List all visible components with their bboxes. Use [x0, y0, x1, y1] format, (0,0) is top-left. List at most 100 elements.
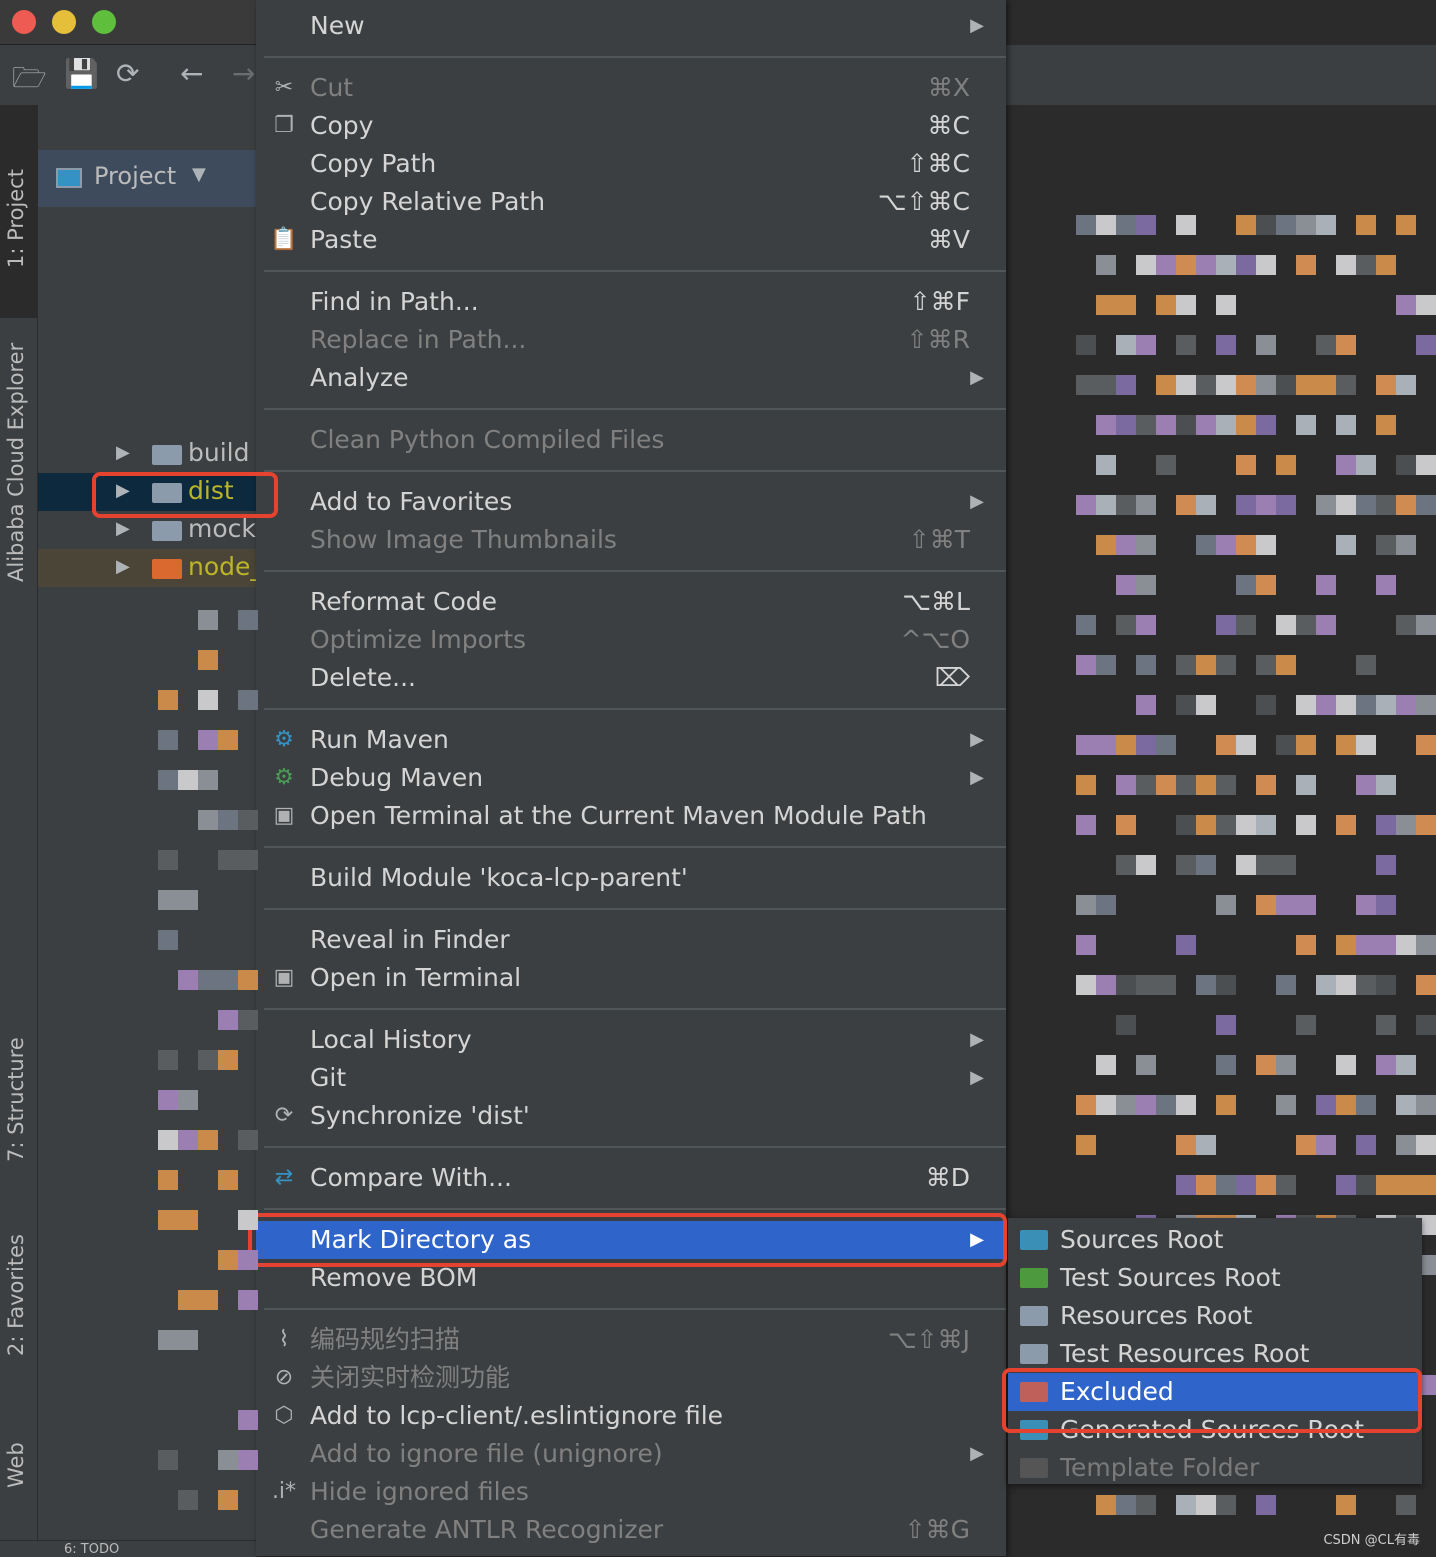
mosaic-block: [1236, 1175, 1256, 1195]
mosaic-block: [1176, 295, 1196, 315]
tab-structure[interactable]: 7: Structure: [4, 1037, 28, 1162]
menu-item-label: Clean Python Compiled Files: [310, 425, 665, 454]
project-panel-header[interactable]: Project ▼: [38, 150, 256, 207]
menu-item-copy-path[interactable]: Copy Path ⇧⌘C: [256, 145, 1006, 183]
mosaic-block: [158, 690, 178, 710]
zoom-window-button[interactable]: [92, 10, 116, 34]
mosaic-block: [1076, 495, 1096, 515]
submenu-item-sources-root[interactable]: Sources Root: [1008, 1221, 1422, 1259]
submenu-item-excluded[interactable]: Excluded: [1008, 1373, 1422, 1411]
menu-item-remove-bom[interactable]: Remove BOM: [256, 1259, 1006, 1297]
mosaic-block: [1116, 975, 1136, 995]
menu-item-reformat-code[interactable]: Reformat Code ⌥⌘L: [256, 583, 1006, 621]
menu-item-build-module-koca-lcp-parent[interactable]: Build Module 'koca-lcp-parent': [256, 859, 1006, 897]
submenu-arrow-icon: ▶: [970, 15, 984, 36]
mosaic-block: [1356, 895, 1376, 915]
menu-item-item[interactable]: ⊘ 关闭实时检测功能: [256, 1359, 1006, 1397]
menu-item-mark-directory-as[interactable]: Mark Directory as ▶: [256, 1221, 1006, 1259]
open-folder-icon[interactable]: 🗁: [12, 57, 47, 105]
mosaic-block: [1336, 335, 1356, 355]
menu-item-label: Replace in Path...: [310, 325, 527, 354]
mosaic-block: [238, 1010, 258, 1030]
menu-item-copy-relative-path[interactable]: Copy Relative Path ⌥⇧⌘C: [256, 183, 1006, 221]
submenu-item-generated-sources-root[interactable]: Generated Sources Root: [1008, 1411, 1422, 1449]
tab-project[interactable]: 1: Project: [4, 169, 28, 268]
mosaic-block: [1176, 1495, 1196, 1515]
menu-item-generate-antlr-recognizer[interactable]: Generate ANTLR Recognizer ⇧⌘G: [256, 1511, 1006, 1549]
menu-item-analyze[interactable]: Analyze ▶: [256, 359, 1006, 397]
menu-item-label: Run Maven: [310, 725, 449, 754]
menu-item-label: Mark Directory as: [310, 1225, 532, 1254]
menu-item-reveal-in-finder[interactable]: Reveal in Finder: [256, 921, 1006, 959]
menu-item-compare-with[interactable]: ⇄ Compare With... ⌘D: [256, 1159, 1006, 1197]
expand-arrow-icon[interactable]: ▶: [116, 518, 130, 539]
tree-row-node[interactable]: ▶ node_: [38, 549, 263, 587]
menu-item-add-to-lcp-client-eslintignore-file[interactable]: ⬡ Add to lcp-client/.eslintignore file: [256, 1397, 1006, 1435]
menu-item-paste[interactable]: 📋 Paste ⌘V: [256, 221, 1006, 259]
mosaic-block: [178, 1210, 198, 1230]
submenu-item-test-resources-root[interactable]: Test Resources Root: [1008, 1335, 1422, 1373]
menu-item-run-maven[interactable]: ⚙ Run Maven ▶: [256, 721, 1006, 759]
tree-row-mock[interactable]: ▶ mock: [38, 511, 256, 549]
mosaic-block: [1216, 335, 1236, 355]
menu-item-local-history[interactable]: Local History ▶: [256, 1021, 1006, 1059]
terminal-icon: ▣: [273, 803, 295, 828]
menu-item-copy[interactable]: ❐ Copy ⌘C: [256, 107, 1006, 145]
close-window-button[interactable]: [12, 10, 36, 34]
mosaic-block: [1236, 255, 1256, 275]
tab-alibaba-cloud-explorer[interactable]: Alibaba Cloud Explorer: [4, 343, 28, 582]
menu-item-debug-maven[interactable]: ⚙ Debug Maven ▶: [256, 759, 1006, 797]
clipboard-icon: 📋: [270, 227, 298, 252]
menu-item-open-terminal-at-the-current-maven-module-path[interactable]: ▣ Open Terminal at the Current Maven Modu…: [256, 797, 1006, 835]
menu-item-label: Local History: [310, 1025, 472, 1054]
expand-arrow-icon[interactable]: ▶: [116, 480, 130, 501]
minimize-window-button[interactable]: [52, 10, 76, 34]
tab-favorites[interactable]: 2: Favorites: [4, 1234, 28, 1356]
menu-item-synchronize-dist[interactable]: ⟳ Synchronize 'dist': [256, 1097, 1006, 1135]
mosaic-block: [238, 610, 258, 630]
menu-item-clean-python-compiled-files[interactable]: Clean Python Compiled Files: [256, 421, 1006, 459]
menu-item-open-in-terminal[interactable]: ▣ Open in Terminal: [256, 959, 1006, 997]
mosaic-block: [1116, 815, 1136, 835]
menu-item-label: Cut: [310, 73, 354, 102]
mosaic-block: [1136, 335, 1156, 355]
mosaic-block: [1216, 535, 1236, 555]
menu-item-label: Copy Path: [310, 149, 437, 178]
menu-item-find-in-path[interactable]: Find in Path... ⇧⌘F: [256, 283, 1006, 321]
mosaic-block: [1376, 1175, 1396, 1195]
terminal-icon: ▣: [273, 965, 295, 990]
menu-item-replace-in-path[interactable]: Replace in Path... ⇧⌘R: [256, 321, 1006, 359]
menu-item-add-to-ignore-file-unignore[interactable]: Add to ignore file (unignore) ▶: [256, 1435, 1006, 1473]
back-icon[interactable]: ←: [180, 57, 203, 90]
mosaic-block: [1276, 215, 1296, 235]
menu-item-item[interactable]: ⌇ 编码规约扫描 ⌥⇧⌘J: [256, 1321, 1006, 1359]
expand-arrow-icon[interactable]: ▶: [116, 442, 130, 463]
menu-item-label: Build Module 'koca-lcp-parent': [310, 863, 688, 892]
menu-item-add-to-favorites[interactable]: Add to Favorites ▶: [256, 483, 1006, 521]
menu-item-show-image-thumbnails[interactable]: Show Image Thumbnails ⇧⌘T: [256, 521, 1006, 559]
tree-row-dist[interactable]: ▶ dist: [38, 473, 256, 511]
menu-item-new[interactable]: New ▶: [256, 7, 1006, 45]
mosaic-block: [1156, 295, 1176, 315]
mosaic-block: [1156, 415, 1176, 435]
expand-arrow-icon[interactable]: ▶: [116, 556, 130, 577]
mosaic-block: [1416, 1015, 1436, 1035]
tab-todo[interactable]: 6: TODO: [64, 1543, 119, 1556]
menu-item-hide-ignored-files[interactable]: .i* Hide ignored files: [256, 1473, 1006, 1511]
save-icon[interactable]: 💾: [64, 57, 99, 90]
forward-icon[interactable]: →: [232, 57, 255, 90]
menu-item-git[interactable]: Git ▶: [256, 1059, 1006, 1097]
menu-item-delete[interactable]: Delete... ⌦: [256, 659, 1006, 697]
menu-item-optimize-imports[interactable]: Optimize Imports ^⌥O: [256, 621, 1006, 659]
sync-icon[interactable]: ⟳: [116, 57, 139, 90]
submenu-item-resources-root[interactable]: Resources Root: [1008, 1297, 1422, 1335]
menu-item-cut[interactable]: ✂ Cut ⌘X: [256, 69, 1006, 107]
mosaic-block: [1316, 495, 1336, 515]
chevron-down-icon[interactable]: ▼: [192, 164, 206, 185]
mosaic-block: [1316, 695, 1336, 715]
tree-row-build[interactable]: ▶ build: [38, 435, 256, 473]
submenu-item-test-sources-root[interactable]: Test Sources Root: [1008, 1259, 1422, 1297]
submenu-item-template-folder[interactable]: Template Folder: [1008, 1449, 1422, 1484]
mosaic-block: [1076, 335, 1096, 355]
tab-web[interactable]: Web: [4, 1442, 28, 1488]
